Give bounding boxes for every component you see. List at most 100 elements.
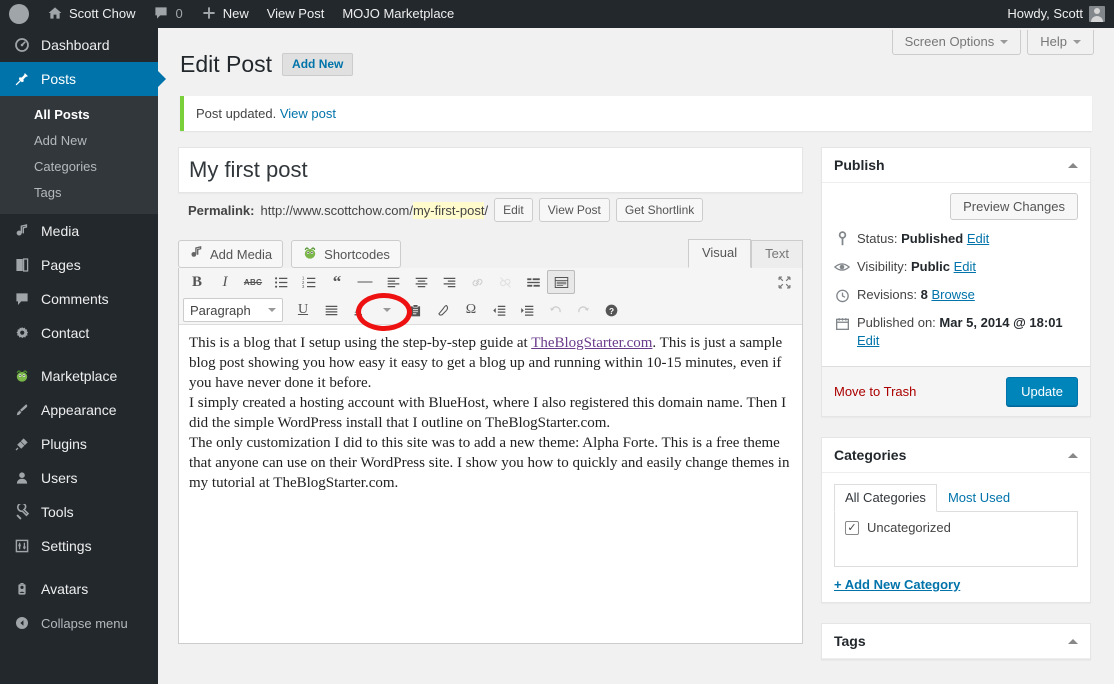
clear-formatting-icon[interactable] — [429, 298, 457, 322]
site-name-menu[interactable]: Scott Chow — [38, 0, 144, 28]
category-item-uncategorized[interactable]: ✓ Uncategorized — [845, 520, 1067, 535]
screen-options-label: Screen Options — [905, 34, 995, 49]
text-color-dropdown-icon[interactable] — [373, 298, 401, 322]
sidebar-item-dashboard[interactable]: Dashboard — [0, 28, 158, 62]
link-icon[interactable] — [463, 270, 491, 294]
edit-permalink-button[interactable]: Edit — [494, 198, 533, 222]
sidebar-item-marketplace[interactable]: Marketplace — [0, 359, 158, 393]
post-updated-notice: Post updated. View post — [180, 96, 1092, 131]
permalink-row: Permalink: http://www.scottchow.com/my-f… — [178, 193, 803, 227]
chevron-up-icon[interactable] — [1068, 163, 1078, 168]
indent-icon[interactable] — [513, 298, 541, 322]
get-shortlink-button[interactable]: Get Shortlink — [616, 198, 703, 222]
sidebar-item-users[interactable]: Users — [0, 461, 158, 495]
editor-wrap: Add Media Shortcodes Visual Text — [178, 239, 803, 644]
categories-metabox-header[interactable]: Categories — [822, 438, 1090, 473]
status-row: Status: Published Edit — [834, 226, 1078, 254]
avatar — [1089, 6, 1105, 22]
published-value: Mar 5, 2014 @ 18:01 — [939, 315, 1062, 330]
paste-as-text-icon[interactable] — [401, 298, 429, 322]
help-button[interactable]: Help — [1027, 30, 1094, 55]
numbered-list-icon[interactable]: 123 — [295, 270, 323, 294]
sidebar-item-posts[interactable]: Posts — [0, 62, 158, 96]
post-content-editor[interactable]: This is a blog that I setup using the st… — [179, 325, 802, 643]
move-to-trash-link[interactable]: Move to Trash — [834, 384, 916, 399]
shortcodes-button[interactable]: Shortcodes — [291, 240, 401, 268]
add-media-button[interactable]: Add Media — [178, 240, 283, 268]
bold-icon[interactable]: B — [183, 270, 211, 294]
my-account-menu[interactable]: Howdy, Scott — [998, 0, 1114, 28]
visibility-edit-link[interactable]: Edit — [954, 259, 976, 274]
revisions-browse-link[interactable]: Browse — [931, 287, 974, 302]
plug-icon — [12, 436, 32, 452]
horizontal-rule-icon[interactable]: — — [351, 270, 379, 294]
align-left-icon[interactable] — [379, 270, 407, 294]
sidebar-item-label: Users — [41, 470, 78, 486]
view-post-link[interactable]: View post — [280, 106, 336, 121]
tab-visual[interactable]: Visual — [688, 239, 751, 268]
special-character-icon[interactable]: Ω — [457, 298, 485, 322]
post-title-input[interactable] — [179, 148, 802, 192]
view-post-button[interactable]: View Post — [539, 198, 610, 222]
content-paragraph-2: I simply created a hosting account with … — [189, 393, 792, 433]
sidebar-item-comments[interactable]: Comments — [0, 282, 158, 316]
blockquote-icon[interactable]: “ — [323, 270, 351, 294]
screen-options-button[interactable]: Screen Options — [892, 30, 1022, 55]
mojo-marketplace-link[interactable]: MOJO Marketplace — [333, 0, 463, 28]
sidebar-item-plugins[interactable]: Plugins — [0, 427, 158, 461]
add-new-category-link[interactable]: + Add New Category — [834, 577, 1078, 592]
sidebar-item-tags[interactable]: Tags — [0, 180, 158, 206]
outdent-icon[interactable] — [485, 298, 513, 322]
sidebar-item-all-posts[interactable]: All Posts — [0, 102, 158, 128]
underline-icon[interactable]: U — [289, 298, 317, 322]
italic-icon[interactable]: I — [211, 270, 239, 294]
sidebar-item-settings[interactable]: Settings — [0, 529, 158, 563]
sidebar-item-appearance[interactable]: Appearance — [0, 393, 158, 427]
help-icon[interactable]: ? — [597, 298, 625, 322]
tags-metabox-header[interactable]: Tags — [822, 624, 1090, 659]
sidebar-item-collapse-menu[interactable]: Collapse menu — [0, 606, 158, 640]
sidebar-item-avatars[interactable]: Avatars — [0, 572, 158, 606]
permalink-tail: / — [484, 203, 488, 218]
category-checklist: ✓ Uncategorized — [834, 512, 1078, 567]
sidebar-item-contact[interactable]: Contact — [0, 316, 158, 350]
theblogstarter-link[interactable]: TheBlogStarter.com — [531, 335, 652, 351]
sidebar-item-add-new[interactable]: Add New — [0, 128, 158, 154]
tab-most-used[interactable]: Most Used — [937, 484, 1021, 512]
read-more-icon[interactable] — [519, 270, 547, 294]
align-center-icon[interactable] — [407, 270, 435, 294]
sidebar-item-media[interactable]: Media — [0, 214, 158, 248]
redo-icon[interactable] — [569, 298, 597, 322]
strikethrough-icon[interactable]: ABC — [239, 270, 267, 294]
sidebar-item-categories[interactable]: Categories — [0, 154, 158, 180]
update-button[interactable]: Update — [1006, 377, 1078, 406]
status-edit-link[interactable]: Edit — [967, 231, 989, 246]
fullscreen-icon[interactable] — [770, 270, 798, 294]
view-post-link[interactable]: View Post — [258, 0, 334, 28]
tab-all-categories[interactable]: All Categories — [834, 484, 937, 512]
add-new-post-button[interactable]: Add New — [282, 53, 353, 76]
bulleted-list-icon[interactable] — [267, 270, 295, 294]
kitchen-sink-icon[interactable] — [547, 270, 575, 294]
new-content-menu[interactable]: New — [192, 0, 258, 28]
wordpress-logo-menu[interactable] — [0, 0, 38, 28]
chevron-up-icon[interactable] — [1068, 639, 1078, 644]
align-right-icon[interactable] — [435, 270, 463, 294]
revisions-count: 8 — [921, 287, 928, 302]
tab-text[interactable]: Text — [751, 240, 803, 268]
text-color-icon[interactable]: A — [345, 298, 373, 322]
sidebar-item-tools[interactable]: Tools — [0, 495, 158, 529]
published-edit-link[interactable]: Edit — [857, 333, 879, 348]
format-select[interactable]: Paragraph — [183, 298, 283, 322]
undo-icon[interactable] — [541, 298, 569, 322]
publish-metabox-header[interactable]: Publish — [822, 148, 1090, 183]
plus-icon — [201, 5, 217, 24]
visibility-row: Visibility: Public Edit — [834, 254, 1078, 282]
preview-changes-button[interactable]: Preview Changes — [950, 193, 1078, 220]
chevron-up-icon[interactable] — [1068, 453, 1078, 458]
checkbox-checked-icon[interactable]: ✓ — [845, 521, 859, 535]
unlink-icon[interactable] — [491, 270, 519, 294]
sidebar-item-pages[interactable]: Pages — [0, 248, 158, 282]
justify-icon[interactable] — [317, 298, 345, 322]
comments-bubble[interactable]: 0 — [144, 0, 191, 28]
